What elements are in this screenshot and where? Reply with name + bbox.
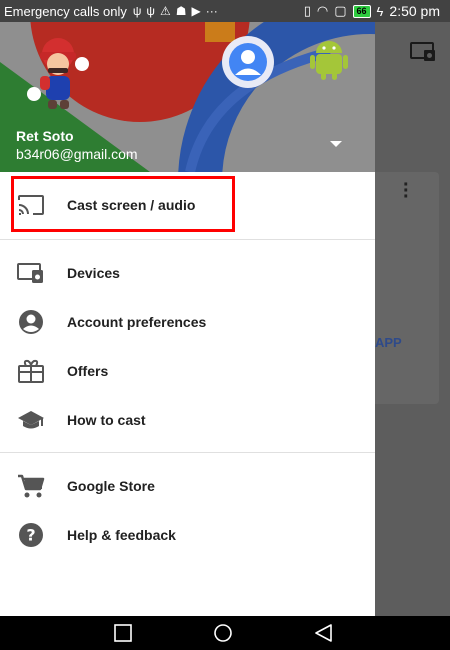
- no-sim-icon: ▢: [334, 3, 347, 18]
- carrier-text: Emergency calls only: [4, 3, 127, 19]
- menu-item-account-preferences[interactable]: Account preferences: [0, 297, 375, 346]
- menu-item-how-to-cast[interactable]: How to cast: [0, 395, 375, 444]
- drawer-menu: Cast screen / audio Devices Account pref…: [0, 172, 375, 559]
- menu-label-google-store: Google Store: [67, 477, 155, 494]
- background-app: · · · APP: [375, 22, 450, 616]
- drawer-header: Ret Soto b34r06@gmail.com: [0, 22, 375, 172]
- recents-button-icon[interactable]: [113, 624, 133, 642]
- menu-item-help-feedback[interactable]: ? Help & feedback: [0, 510, 375, 559]
- cart-icon: [16, 471, 46, 501]
- menu-label-offers: Offers: [67, 362, 109, 379]
- background-card: · · · APP: [375, 172, 439, 404]
- menu-label-devices: Devices: [67, 264, 120, 281]
- usb-icon: ψ: [146, 4, 155, 18]
- menu-label-account-preferences: Account preferences: [67, 313, 207, 330]
- usb-icon: ψ: [132, 4, 142, 18]
- school-icon: [16, 405, 46, 435]
- svg-text:?: ?: [26, 525, 35, 544]
- devices-icon: [16, 258, 46, 288]
- menu-item-devices[interactable]: Devices: [0, 248, 375, 297]
- menu-label-help-feedback: Help & feedback: [67, 526, 176, 543]
- clock: 2:50 pm: [389, 3, 440, 19]
- navigation-bar: [0, 616, 450, 650]
- status-bar: Emergency calls only ψ ψ ⚠ ☗ ▶ ··· ▯ ◠ ▢…: [0, 0, 450, 22]
- warning-icon: ⚠: [159, 4, 171, 18]
- help-icon: ?: [16, 520, 46, 550]
- menu-item-offers[interactable]: Offers: [0, 346, 375, 395]
- cast-device-icon[interactable]: [410, 42, 436, 62]
- home-button-icon[interactable]: [213, 624, 233, 642]
- account-dropdown-icon[interactable]: [326, 136, 346, 152]
- android-debug-icon: ☗: [175, 4, 187, 18]
- back-button-icon[interactable]: [314, 624, 334, 642]
- gift-icon: [16, 356, 46, 386]
- wifi-icon: ◠: [316, 3, 329, 18]
- menu-item-google-store[interactable]: Google Store: [0, 461, 375, 510]
- more-vert-icon[interactable]: · · ·: [403, 175, 410, 207]
- android-avatar[interactable]: [307, 38, 351, 80]
- background-app-button[interactable]: APP: [375, 335, 402, 350]
- navigation-drawer: Ret Soto b34r06@gmail.com Cast screen / …: [0, 22, 375, 616]
- person-icon: [229, 43, 267, 81]
- user-email: b34r06@gmail.com: [16, 146, 138, 162]
- highlight-box: [11, 176, 235, 232]
- account-avatar[interactable]: [222, 36, 274, 88]
- mario-avatar[interactable]: [18, 34, 98, 114]
- user-name: Ret Soto: [16, 128, 74, 144]
- charging-icon: ϟ: [376, 3, 384, 19]
- menu-label-how-to-cast: How to cast: [67, 411, 146, 428]
- more-icon: ···: [205, 4, 218, 18]
- battery-icon: 66: [352, 4, 371, 18]
- account-circle-icon: [16, 307, 46, 337]
- play-icon: ▶: [191, 4, 201, 18]
- vibrate-icon: ▯: [303, 3, 311, 18]
